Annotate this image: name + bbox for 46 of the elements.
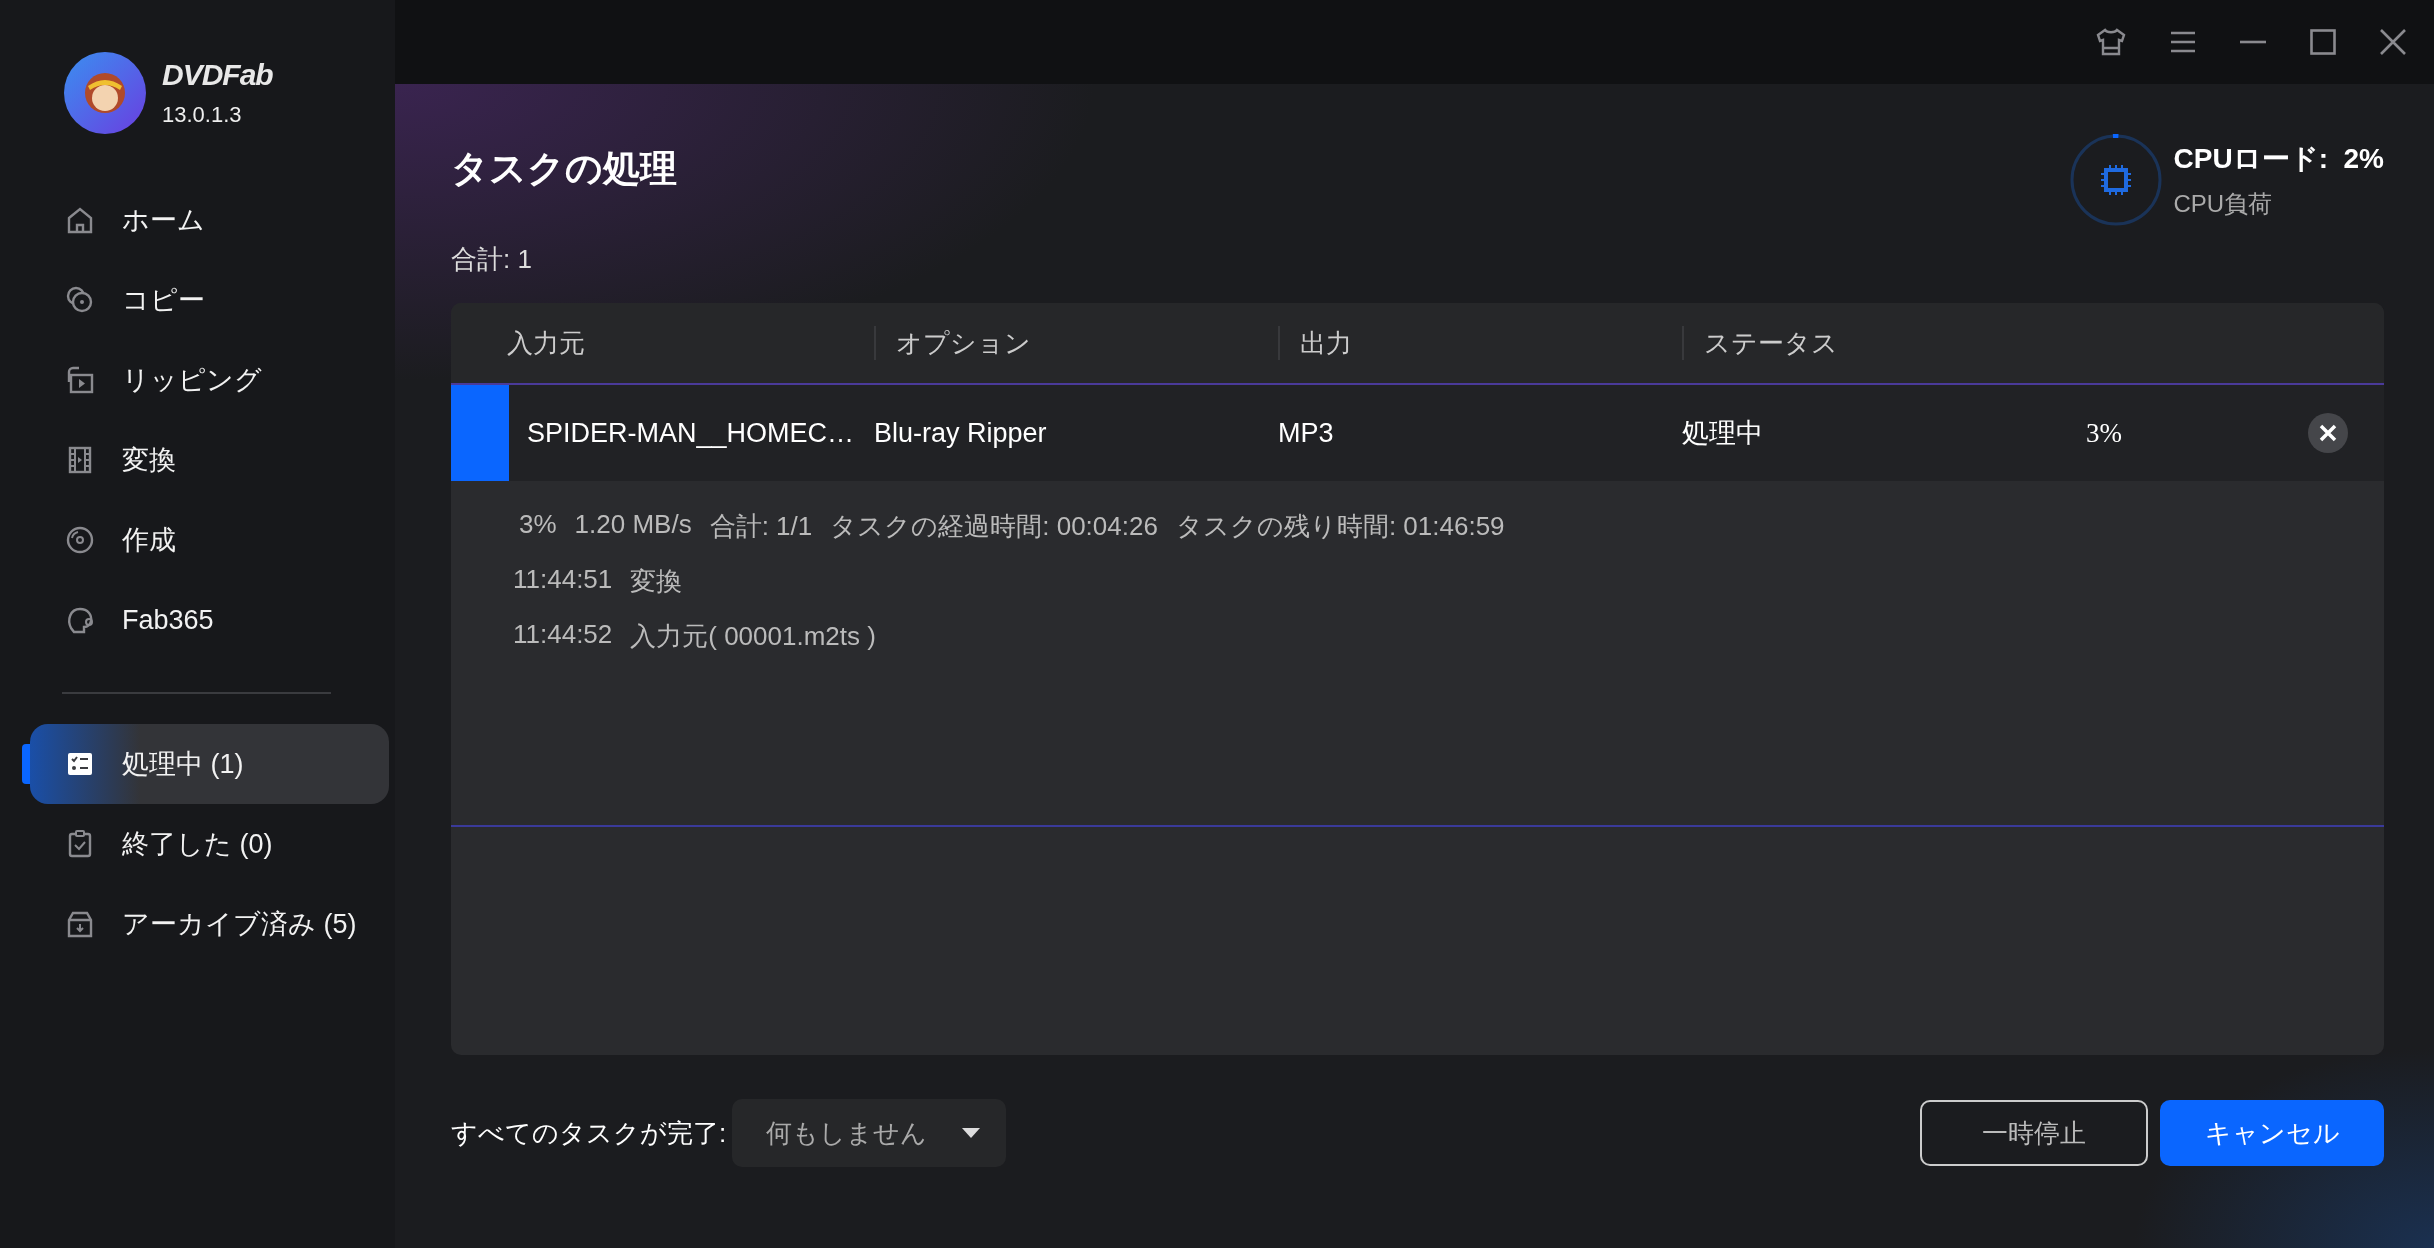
task-stat: タスクの経過時間: 00:04:26 [830,510,1158,543]
table-cell-text: 処理中 [1682,417,1764,450]
maximize-icon[interactable] [2310,29,2336,55]
sidebar-item[interactable]: ホーム [30,180,389,260]
task-stat: 合計: 1/1 [709,510,813,543]
log-message: 変換 [630,565,683,598]
task-row[interactable]: SPIDER-MAN__HOMEC… Blu-ray Ripper MP3 処理中 3% [451,385,2384,481]
sidebar-item[interactable]: 終了した (0) [30,804,389,884]
sidebar-item[interactable]: Fab365 [30,580,389,660]
cpu-load-label: CPUロード: 2% [2173,142,2384,176]
cancel-button[interactable]: キャンセル [2160,1100,2384,1166]
sidebar-item[interactable]: リッピング [30,340,389,420]
close-icon [2319,424,2337,442]
task-stat: タスクの残り時間: 01:46:59 [1175,510,1505,543]
column-header: 入力元 [507,327,586,360]
cpu-subtitle: CPU負荷 [2173,189,2274,219]
column-header: 出力 [1278,326,1682,360]
progress-percent: 3% [2086,417,2122,449]
column-header: ステータス [1682,326,2086,360]
sidebar-item[interactable]: アーカイブ済み (5) [30,884,389,964]
log-time: 11:44:51 [513,564,613,596]
action-dropdown[interactable]: 何もしません [732,1099,1007,1167]
menu-icon[interactable] [2170,30,2196,54]
close-button[interactable] [2308,413,2348,453]
task-stat: 3% [519,509,557,541]
sidebar-item[interactable]: 変換 [30,420,389,500]
logo-text: DVDFab [162,58,273,92]
close-icon[interactable] [2380,29,2406,55]
table-cell-text: Blu-ray Ripper [874,417,1048,449]
task-total: 合計: 1 [451,243,533,276]
log-message: 入力元( 00001.m2ts ) [630,620,876,653]
sidebar-item[interactable]: 作成 [30,500,389,580]
minimize-icon[interactable] [2240,40,2266,44]
page-title: タスクの処理 [451,147,677,191]
table-cell-text: SPIDER-MAN__HOMEC… [526,417,856,449]
pause-button[interactable]: 一時停止 [1920,1100,2148,1166]
shirt-icon[interactable] [2096,28,2126,56]
completion-label: すべてのタスクが完了: [451,1116,727,1150]
disc-icon [64,524,96,556]
log-time: 11:44:52 [513,619,613,651]
version-text: 13.0.1.3 [162,102,243,128]
caret-icon [962,1128,981,1138]
task-stat: 1.20 MB/s [574,509,692,541]
column-header: オプション [874,326,1278,360]
table-cell-text: MP3 [1278,417,1335,449]
sidebar-item[interactable]: コピー [30,260,389,340]
